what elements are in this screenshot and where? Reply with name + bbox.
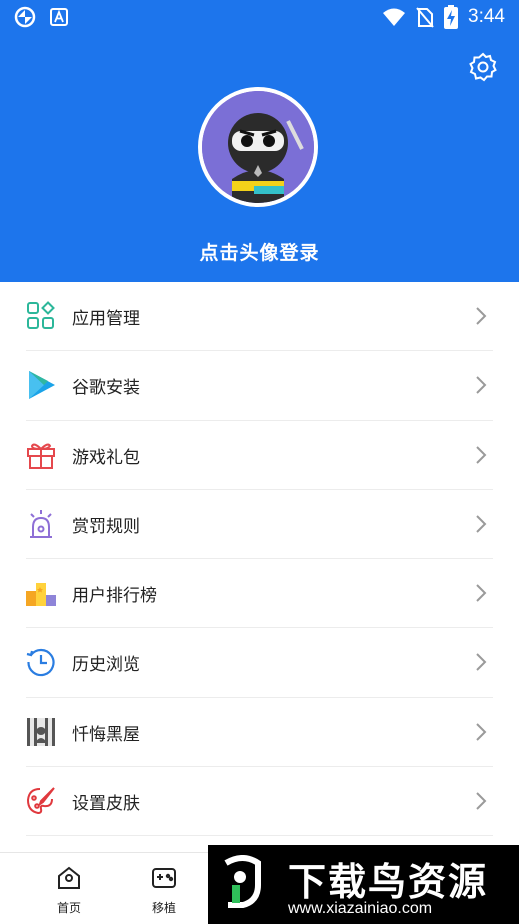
google-play-icon	[29, 371, 55, 400]
ranking-icon	[26, 583, 56, 607]
menu-item-label: 游戏礼包	[72, 447, 140, 468]
chevron-right-icon	[476, 584, 487, 602]
menu-item-game-gift[interactable]: 游戏礼包	[26, 421, 493, 490]
status-bar: 3:44	[0, 0, 519, 36]
menu-item-label: 赏罚规则	[72, 516, 140, 537]
menu-item-rules[interactable]: 赏罚规则	[26, 490, 493, 560]
jail-icon	[27, 717, 55, 746]
menu-item-label: 应用管理	[72, 309, 140, 329]
chevron-right-icon	[476, 792, 487, 810]
watermark-url: www.xiazainiao.com	[288, 900, 433, 917]
ninja-avatar-image	[202, 91, 314, 203]
chevron-right-icon	[476, 307, 487, 325]
menu-item-leaderboard[interactable]: 用户排行榜	[26, 559, 493, 629]
chevron-right-icon	[476, 723, 487, 741]
menu-item-label: 忏悔黑屋	[72, 724, 140, 745]
bird-logo-icon	[224, 855, 261, 908]
menu-item-app-manage[interactable]: 应用管理	[26, 282, 493, 352]
tab-home-label: 首页	[56, 901, 81, 915]
battery-charging-icon	[444, 5, 459, 29]
menu-item-jail[interactable]: 忏悔黑屋	[26, 698, 493, 768]
settings-gear-icon[interactable]	[468, 52, 498, 82]
chevron-right-icon	[476, 445, 487, 464]
menu-item-google-install[interactable]: 谷歌安装	[26, 351, 493, 421]
keyboard-a-icon	[50, 8, 68, 26]
menu-item-label: 历史浏览	[72, 655, 140, 676]
avatar[interactable]	[198, 87, 318, 207]
menu-item-label: 设置皮肤	[72, 794, 140, 815]
app-grid-icon	[27, 301, 55, 329]
wifi-icon	[383, 8, 406, 26]
tab-home[interactable]: 首页	[21, 853, 117, 924]
watermark-banner: 下载鸟资源 www.xiazainiao.com	[208, 845, 519, 924]
no-sim-icon	[416, 7, 434, 28]
tab-port-label: 移植	[151, 901, 176, 915]
profile-header: 3:44 点击头像登录	[0, 0, 519, 282]
alarm-light-icon	[30, 509, 52, 538]
menu-item-label: 用户排行榜	[72, 586, 157, 607]
sync-app-icon	[14, 6, 36, 28]
menu-item-label: 谷歌安装	[72, 378, 140, 399]
status-time: 3:44	[468, 6, 505, 27]
tab-port[interactable]: 移植	[116, 853, 212, 924]
gamepad-icon	[152, 868, 176, 888]
chevron-right-icon	[476, 653, 487, 672]
history-icon	[26, 649, 55, 677]
gift-icon	[27, 443, 55, 469]
menu-list: 应用管理 谷歌安装 游戏礼包 赏罚规则 用户排行榜 历史浏览 忏悔黑屋 设置皮肤	[0, 282, 519, 837]
watermark-title: 下载鸟资源	[288, 860, 489, 904]
chevron-right-icon	[476, 515, 487, 533]
menu-item-skin[interactable]: 设置皮肤	[26, 767, 493, 837]
menu-item-history[interactable]: 历史浏览	[26, 628, 493, 698]
login-prompt[interactable]: 点击头像登录	[0, 238, 519, 265]
home-icon	[58, 866, 80, 889]
chevron-right-icon	[476, 376, 487, 395]
palette-icon	[26, 787, 55, 815]
